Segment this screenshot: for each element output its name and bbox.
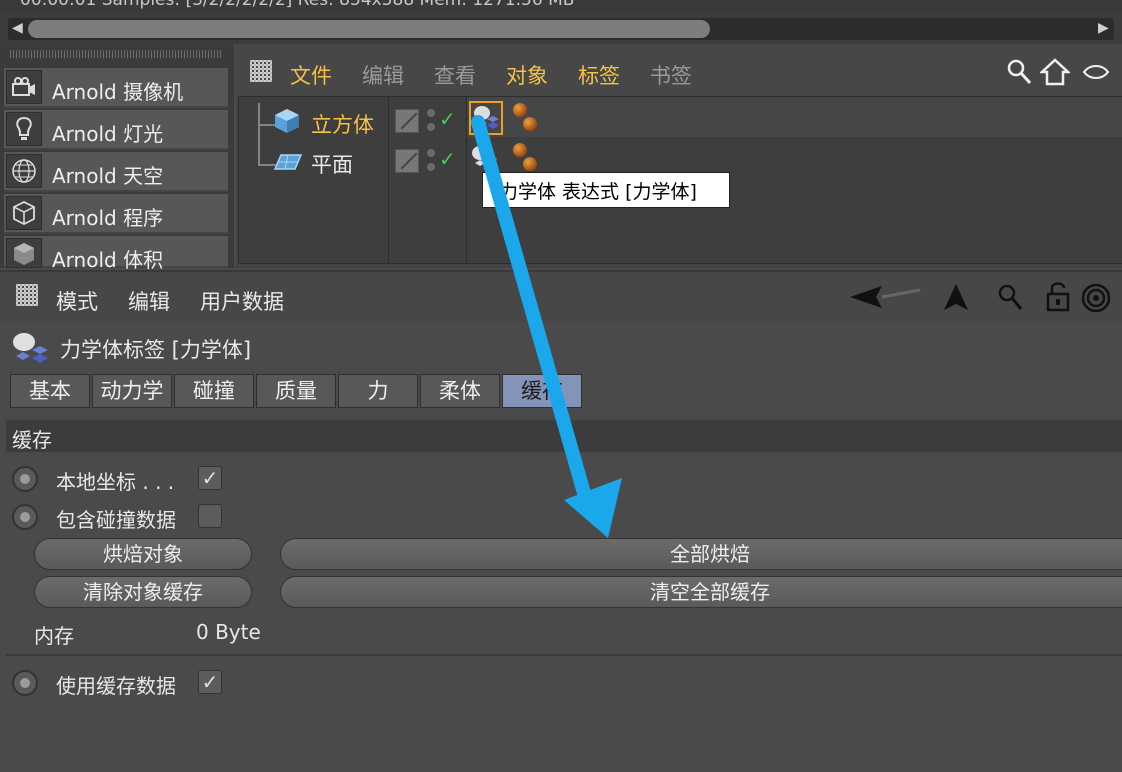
panel-grip[interactable]	[10, 50, 222, 58]
clear-object-cache-button[interactable]: 清除对象缓存	[34, 576, 252, 608]
memory-label: 内存	[34, 624, 74, 648]
include-collision-anim-radio[interactable]	[12, 504, 38, 530]
lock-icon[interactable]	[1044, 280, 1074, 312]
arnold-procedural-label: Arnold 程序	[52, 206, 164, 230]
arnold-camera-label: Arnold 摄像机	[52, 80, 184, 104]
local-coords-checkbox[interactable]: ✓	[198, 466, 222, 490]
menu-bookmarks[interactable]: 书签	[650, 60, 692, 90]
menu-tags[interactable]: 标签	[578, 60, 620, 90]
tab-cache[interactable]: 缓存	[502, 374, 582, 408]
arnold-volume-button[interactable]: Arnold 体积	[4, 236, 228, 272]
tag-tooltip: 力学体 表达式 [力学体]	[482, 172, 730, 208]
object-flags-column: ✓ ✓	[388, 96, 468, 264]
include-collision-label: 包含碰撞数据	[56, 508, 176, 532]
use-cache-checkbox[interactable]: ✓	[198, 670, 222, 694]
material-sphere-icon[interactable]	[513, 143, 527, 157]
volume-cube-icon	[6, 238, 42, 268]
attribute-manager: 模式 编辑 用户数据 力学体标签 [力学体] 基本 动力学 碰撞 质量 力 柔体…	[0, 270, 1122, 772]
cache-section-header: 缓存	[6, 420, 1122, 452]
arnold-light-label: Arnold 灯光	[52, 122, 164, 146]
tab-basic[interactable]: 基本	[10, 374, 90, 408]
scroll-left-icon[interactable]: ◀	[12, 20, 23, 36]
back-arrow-icon[interactable]	[848, 284, 922, 310]
menu-edit[interactable]: 编辑	[128, 286, 170, 316]
render-status-text: 00:00:01 Samples: [3/2/2/2/2/2] Res: 854…	[20, 0, 575, 10]
attribute-manager-menubar: 模式 编辑 用户数据	[0, 270, 1122, 322]
menu-file[interactable]: 文件	[290, 60, 332, 90]
camera-icon	[6, 70, 42, 104]
material-sphere-icon[interactable]	[523, 157, 537, 171]
object-tree: 立方体 平面	[238, 96, 390, 264]
search-icon[interactable]	[1006, 58, 1034, 86]
tag-row	[467, 97, 1122, 137]
render-status-bar: 00:00:01 Samples: [3/2/2/2/2/2] Res: 854…	[0, 0, 1122, 12]
clear-all-cache-button[interactable]: 清空全部缓存	[280, 576, 1122, 608]
dynamics-tag-icon[interactable]	[469, 101, 503, 135]
tab-collision[interactable]: 碰撞	[174, 374, 254, 408]
menu-user-data[interactable]: 用户数据	[200, 286, 284, 316]
object-manager: 文件 编辑 查看 对象 标签 书签 立方体 平面 ✓ ✓	[236, 44, 1122, 268]
home-icon[interactable]	[1040, 58, 1070, 86]
object-cube-label[interactable]: 立方体	[311, 109, 374, 139]
enabled-check-icon[interactable]: ✓	[439, 107, 456, 131]
use-cache-anim-radio[interactable]	[12, 670, 38, 696]
local-coords-label: 本地坐标 . . .	[56, 470, 175, 494]
plane-icon[interactable]	[273, 151, 303, 173]
tab-dynamics[interactable]: 动力学	[92, 374, 172, 408]
arnold-light-button[interactable]: Arnold 灯光	[4, 110, 228, 150]
material-sphere-icon[interactable]	[513, 103, 527, 117]
search-icon[interactable]	[996, 282, 1024, 312]
bake-all-button[interactable]: 全部烘焙	[280, 538, 1122, 570]
use-cache-label: 使用缓存数据	[56, 674, 176, 698]
editor-visibility-dot[interactable]	[427, 109, 435, 117]
dynamics-tag-icon	[10, 330, 52, 366]
menu-edit[interactable]: 编辑	[362, 60, 404, 90]
arnold-procedural-button[interactable]: Arnold 程序	[4, 194, 228, 234]
menu-object[interactable]: 对象	[506, 60, 548, 90]
tab-mass[interactable]: 质量	[256, 374, 336, 408]
object-plane-label[interactable]: 平面	[311, 149, 353, 179]
layer-swatch[interactable]	[395, 109, 419, 133]
eye-icon[interactable]	[1082, 62, 1110, 82]
render-visibility-dot[interactable]	[427, 123, 435, 131]
scrollbar-thumb[interactable]	[28, 20, 710, 38]
arnold-sky-button[interactable]: Arnold 天空	[4, 152, 228, 192]
procedural-cube-icon	[6, 196, 42, 230]
include-collision-checkbox[interactable]	[198, 504, 222, 528]
light-bulb-icon	[6, 112, 42, 146]
arnold-volume-label: Arnold 体积	[52, 248, 164, 272]
layer-swatch[interactable]	[395, 149, 419, 173]
arnold-panel: Arnold 摄像机 Arnold 灯光 Arnold 天空 Arnold 程序…	[0, 44, 234, 272]
navigate-up-icon[interactable]	[942, 282, 970, 312]
menu-view[interactable]: 查看	[434, 60, 476, 90]
material-sphere-icon[interactable]	[523, 117, 537, 131]
object-manager-menubar: 文件 编辑 查看 对象 标签 书签	[236, 44, 1122, 96]
local-coords-anim-radio[interactable]	[12, 466, 38, 492]
tab-force[interactable]: 力	[338, 374, 418, 408]
section-title: 缓存	[12, 428, 52, 452]
render-visibility-dot[interactable]	[427, 163, 435, 171]
horizontal-scrollbar[interactable]: ◀ ▶	[0, 12, 1122, 44]
arnold-camera-button[interactable]: Arnold 摄像机	[4, 68, 228, 108]
editor-visibility-dot[interactable]	[427, 149, 435, 157]
bake-object-button[interactable]: 烘焙对象	[34, 538, 252, 570]
tag-title: 力学体标签 [力学体]	[60, 338, 252, 362]
sky-sphere-icon	[6, 154, 42, 188]
menu-mode[interactable]: 模式	[56, 286, 98, 316]
panel-grid-icon[interactable]	[16, 284, 38, 306]
target-icon[interactable]	[1080, 282, 1112, 314]
scroll-right-icon[interactable]: ▶	[1098, 20, 1109, 36]
arnold-sky-label: Arnold 天空	[52, 164, 164, 188]
enabled-check-icon[interactable]: ✓	[439, 147, 456, 171]
divider	[6, 654, 1122, 656]
panel-grid-icon[interactable]	[250, 60, 272, 82]
cube-icon[interactable]	[273, 107, 301, 135]
tab-soft-body[interactable]: 柔体	[420, 374, 500, 408]
memory-value: 0 Byte	[196, 620, 261, 644]
